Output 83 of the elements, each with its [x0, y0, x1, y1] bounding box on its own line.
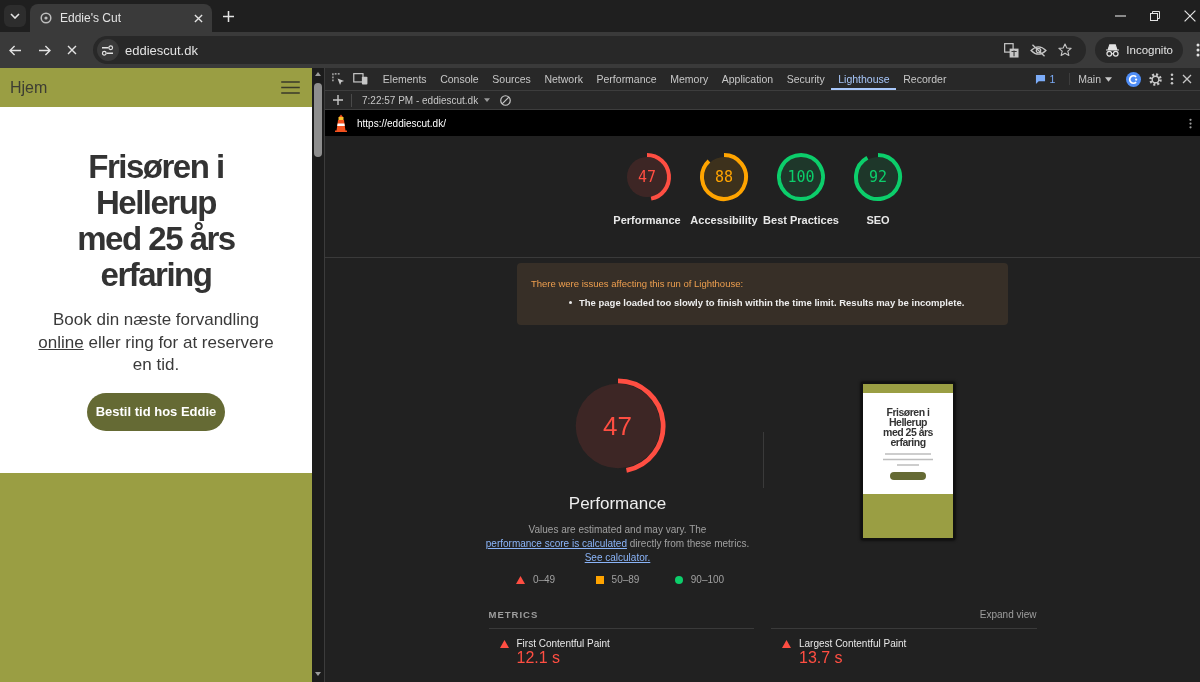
score-value: 88: [714, 169, 734, 185]
description-link[interactable]: performance score is calculated: [485, 538, 627, 549]
context-dropdown[interactable]: Main: [1069, 73, 1112, 85]
close-icon[interactable]: [194, 13, 203, 23]
warning-title: There were issues affecting this run of Lighthouse:: [531, 278, 745, 289]
category-label: SEO: [866, 213, 890, 228]
pill-shape: [890, 472, 926, 480]
intro-text: Book din næste forvandling online eller ring for at reservere en tid.: [37, 309, 275, 376]
restore-icon[interactable]: [1150, 11, 1160, 21]
legend-label: 0–49: [532, 574, 556, 585]
metric-value: 12.1 s: [516, 649, 561, 667]
incognito-chip[interactable]: Incognito: [1095, 37, 1183, 63]
panel-tab[interactable]: Console: [433, 68, 486, 90]
metric-name: First Contentful Paint: [516, 638, 610, 649]
report-url: https://eddiescut.dk/: [357, 117, 446, 129]
circle-icon: [40, 12, 52, 24]
expand-view-button[interactable]: Expand view: [979, 609, 1037, 620]
metric-name: Largest Contentful Paint: [799, 638, 907, 649]
legend-label: 50–89: [611, 574, 640, 585]
site-info-button[interactable]: [96, 39, 119, 61]
panel-tab[interactable]: Sources: [485, 68, 538, 90]
scroll-up-icon[interactable]: [315, 72, 321, 76]
score-value: 100: [787, 169, 815, 185]
report-dropdown[interactable]: 7:22:57 PM - eddiescut.dk: [362, 94, 491, 106]
close-icon[interactable]: [1182, 74, 1192, 84]
menu-icon[interactable]: [281, 81, 300, 94]
screenshot-heading: Frisøren i Hellerup med 25 års erfaring: [882, 407, 934, 447]
score-value: 47: [637, 169, 657, 185]
panel-tab[interactable]: Elements: [376, 68, 434, 90]
panel-tab[interactable]: Memory: [663, 68, 715, 90]
panel-tab[interactable]: Network: [537, 68, 590, 90]
close-icon[interactable]: [1184, 10, 1196, 22]
more-icon[interactable]: [1196, 43, 1200, 57]
category-title: Performance: [568, 494, 667, 514]
score-value: 47: [603, 413, 632, 439]
browser-tab[interactable]: Eddie's Cut: [30, 4, 212, 32]
chat-bubble-icon: [1035, 74, 1047, 84]
legend-label: 90–100: [690, 574, 725, 585]
warning-item: The page loaded too slowly to finish within the time limit. Results may be incomplete.: [579, 297, 965, 308]
score-value: 92: [868, 169, 888, 185]
scrollbar-thumb[interactable]: [314, 83, 322, 157]
block-icon[interactable]: [500, 94, 512, 106]
panel-tab[interactable]: Performance: [589, 68, 664, 90]
score-dial: [627, 157, 667, 197]
panel-tab[interactable]: Application: [714, 68, 780, 90]
tab-search-button[interactable]: [4, 5, 26, 27]
sliders-icon: [101, 44, 115, 56]
stop-icon[interactable]: [66, 45, 77, 55]
inspect-icon[interactable]: [332, 72, 345, 86]
hero-heading: Frisøren i Hellerup med 25 års erfaring: [76, 149, 236, 293]
score-description: Values are estimated and may vary. The performance score is calculated directly from these metrics. See calculator.: [484, 523, 751, 565]
metric-value: 13.7 s: [799, 649, 843, 667]
chevron-down-icon: [10, 13, 20, 19]
category-label: Accessibility: [690, 213, 758, 228]
more-icon[interactable]: [1189, 117, 1192, 129]
issues-counter[interactable]: 1: [1035, 73, 1056, 85]
plus-icon[interactable]: [333, 95, 343, 105]
forward-icon[interactable]: [38, 44, 51, 56]
caret-icon: [1105, 76, 1112, 82]
settings-icon[interactable]: [1149, 72, 1162, 86]
more-icon[interactable]: [1170, 73, 1174, 85]
bullet-icon: [569, 301, 572, 304]
new-tab-icon[interactable]: [223, 10, 234, 22]
section-title: METRICS: [488, 609, 539, 620]
nav-link[interactable]: Hjem: [10, 78, 48, 97]
back-icon[interactable]: [9, 44, 22, 56]
panel-tab[interactable]: Recorder: [896, 68, 954, 90]
category-label: Best Practices: [763, 213, 839, 228]
booking-button[interactable]: Bestil tid hos Eddie: [87, 392, 225, 431]
lighthouse-icon: [335, 114, 347, 132]
description-link[interactable]: See calculator.: [584, 552, 651, 563]
online-link[interactable]: online: [38, 332, 84, 352]
round-badge-icon[interactable]: [1126, 71, 1141, 87]
address-bar[interactable]: eddiescut.dk: [92, 36, 1087, 64]
incognito-icon: [1105, 43, 1121, 57]
translate-icon[interactable]: [1004, 42, 1020, 58]
category-label: Performance: [613, 213, 681, 228]
star-icon[interactable]: [1058, 43, 1073, 57]
scroll-down-icon[interactable]: [315, 672, 321, 676]
caret-icon: [484, 98, 491, 102]
devices-icon[interactable]: [353, 73, 368, 85]
panel-tab[interactable]: Security: [779, 68, 832, 90]
eye-off-icon[interactable]: [1030, 43, 1048, 57]
